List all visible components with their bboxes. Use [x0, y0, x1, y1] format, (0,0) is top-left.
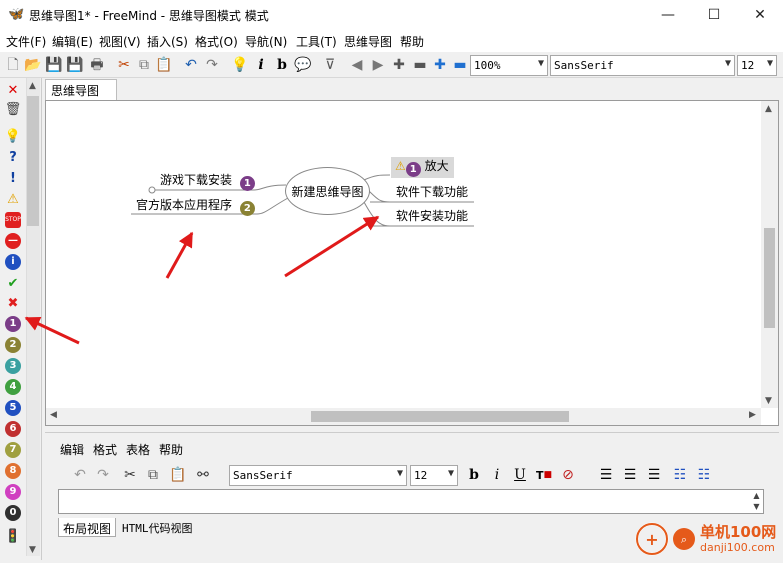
edge-right-2 [367, 189, 391, 203]
node-left-1-label: 游戏下载安装 [160, 173, 233, 187]
editor-menu-help[interactable]: 帮助 [159, 441, 183, 458]
editor-bold-button[interactable]: b [464, 465, 484, 485]
edge-left-2 [256, 197, 289, 215]
align-center-icon[interactable]: ☰ [620, 465, 640, 485]
scroll-down-icon[interactable]: ▼ [765, 396, 772, 406]
svg-text:⌕: ⌕ [681, 533, 687, 546]
priority-2-icon: 2 [239, 201, 255, 216]
editor-menu-edit[interactable]: 编辑 [60, 441, 84, 458]
editor-font-value: SansSerif [233, 469, 293, 482]
annotation-arrow-right [284, 215, 380, 278]
root-node[interactable]: 新建思维导图 [285, 167, 370, 215]
priority-1-icon: 1 [405, 162, 421, 177]
canvas-vertical-thumb[interactable] [764, 228, 775, 328]
watermark-url: danji100.com [700, 541, 775, 554]
edge-left-1 [253, 184, 287, 191]
scroll-right-icon[interactable]: ▶ [749, 410, 756, 420]
tab-layout-view[interactable]: 布局视图 [58, 518, 117, 537]
priority-1-icon: 1 [239, 176, 255, 191]
warning-icon: ⚠ [395, 159, 406, 173]
node-left-2-label: 官方版本应用程序 [136, 198, 233, 212]
root-node-label: 新建思维导图 [291, 184, 364, 199]
editor-menu-format[interactable]: 格式 [93, 441, 117, 458]
note-scrollbar[interactable]: ▲ ▼ [750, 490, 763, 513]
node-right-zoom[interactable]: ⚠ 1 放大 [391, 157, 454, 178]
align-left-icon[interactable]: ☰ [596, 465, 616, 485]
chevron-down-icon: ▼ [396, 468, 403, 479]
node-right-zoom-label: 放大 [424, 159, 449, 173]
node-right-download[interactable]: 软件下载功能 [396, 184, 468, 200]
fold-circle[interactable] [148, 186, 156, 194]
node-left-1[interactable]: 游戏下载安装 1 [160, 172, 255, 191]
scroll-left-icon[interactable]: ◀ [50, 410, 57, 420]
editor-menu-table[interactable]: 表格 [126, 441, 150, 458]
annotation-arrow-left [165, 231, 194, 279]
numbered-list-icon[interactable]: ☷ [694, 465, 714, 485]
editor-font-size-select[interactable]: 12 ▼ [410, 465, 458, 486]
find-binoculars-icon[interactable]: ⚯ [193, 465, 213, 485]
tab-html-view[interactable]: HTML代码视图 [118, 518, 197, 537]
watermark-brand: 单机100网 [700, 523, 777, 541]
editor-font-select[interactable]: SansSerif ▼ [229, 465, 407, 486]
node-right-install[interactable]: 软件安装功能 [396, 208, 468, 224]
redo-icon[interactable]: ↷ [93, 465, 113, 485]
editor-font-size-value: 12 [414, 469, 428, 482]
canvas-horizontal-thumb[interactable] [311, 411, 569, 422]
edge-right-1 [363, 174, 391, 181]
chevron-down-icon: ▼ [447, 468, 454, 479]
node-left-2[interactable]: 官方版本应用程序 2 [136, 197, 255, 216]
editor-toolbar: ↶ ↷ ✂ ⧉ 📋 ⚯ SansSerif ▼ 12 ▼ b i U T ■ ⊘ ☰ … [58, 462, 776, 488]
copy-icon[interactable]: ⧉ [143, 465, 163, 485]
note-text-area[interactable] [58, 489, 764, 514]
paste-icon[interactable]: 📋 [168, 465, 188, 485]
color-swatch-icon: ■ [543, 469, 553, 480]
cut-icon[interactable]: ✂ [120, 465, 140, 485]
svg-text:+: + [645, 530, 658, 549]
clear-format-icon[interactable]: ⊘ [558, 465, 578, 485]
undo-icon[interactable]: ↶ [70, 465, 90, 485]
annotation-arrow-icon [24, 316, 80, 345]
watermark-logo: + ⌕ 单机100网 danji100.com [630, 519, 780, 560]
node-right-install-label: 软件安装功能 [396, 209, 469, 223]
align-right-icon[interactable]: ☰ [644, 465, 664, 485]
bullet-list-icon[interactable]: ☷ [670, 465, 690, 485]
scroll-up-icon[interactable]: ▲ [765, 104, 772, 114]
node-right-download-label: 软件下载功能 [396, 185, 469, 199]
editor-italic-button[interactable]: i [487, 465, 507, 485]
editor-underline-button[interactable]: U [510, 465, 530, 485]
text-color-icon[interactable]: T ■ [534, 465, 554, 485]
